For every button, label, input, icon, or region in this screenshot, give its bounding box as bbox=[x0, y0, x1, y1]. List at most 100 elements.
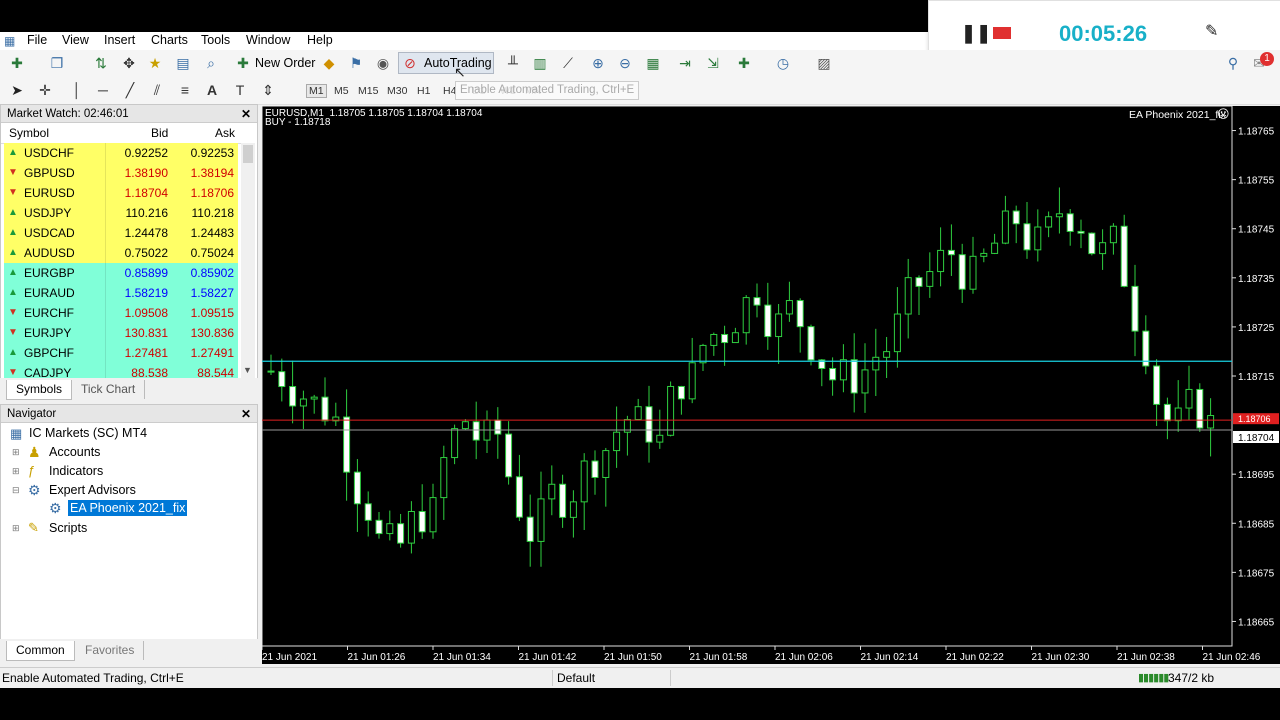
cursor-icon[interactable]: ➤ bbox=[8, 81, 26, 99]
chart-shift-icon[interactable]: ⇥ bbox=[676, 54, 694, 72]
market-watch-row[interactable]: ▼ EURUSD 1.18704 1.18706 bbox=[4, 183, 238, 203]
metaeditor-icon[interactable]: ◆ bbox=[320, 54, 338, 72]
new-chart-icon[interactable]: ✚ bbox=[8, 54, 26, 72]
market-icon[interactable]: ◉ bbox=[374, 54, 392, 72]
bull-candle bbox=[1001, 210, 1009, 244]
tab-favorites[interactable]: Favorites bbox=[76, 641, 145, 660]
data-window-icon[interactable]: ✥ bbox=[120, 54, 138, 72]
autotrading-icon[interactable]: ⊘ bbox=[401, 54, 419, 72]
arrows-icon[interactable]: ⇕ bbox=[259, 81, 277, 99]
ask-cell: 110.218 bbox=[191, 206, 235, 220]
price-chart[interactable]: 1.18765 1.18755 1.18745 1.18735 1.18725 1.187… bbox=[262, 106, 1280, 664]
close-icon[interactable]: ✕ bbox=[241, 105, 251, 123]
tab-common[interactable]: Common bbox=[6, 641, 75, 661]
bull-candle bbox=[548, 483, 556, 500]
crosshair-icon[interactable]: ✛ bbox=[36, 81, 54, 99]
pen-icon[interactable]: ✎ bbox=[1205, 21, 1218, 41]
stop-icon[interactable] bbox=[993, 27, 1011, 39]
menu-insert[interactable]: Insert bbox=[104, 33, 135, 47]
timeframe-m30[interactable]: M30 bbox=[387, 85, 407, 97]
arrow-up-icon: ▲ bbox=[8, 267, 18, 278]
timeframe-h1[interactable]: H1 bbox=[417, 85, 430, 97]
channel-icon[interactable]: ⫽ bbox=[148, 81, 166, 99]
close-icon[interactable]: ✕ bbox=[241, 405, 251, 423]
collapse-icon[interactable]: ⊟ bbox=[12, 485, 20, 496]
nav-item-ea-phoenix[interactable]: EA Phoenix 2021_fix bbox=[68, 500, 188, 516]
line-chart-icon[interactable]: ⟋ bbox=[559, 54, 577, 72]
menu-charts[interactable]: Charts bbox=[151, 33, 188, 47]
nav-item-ic-markets[interactable]: IC Markets (SC) MT4 bbox=[29, 426, 147, 440]
market-watch-row[interactable]: ▲ USDJPY 110.216 110.218 bbox=[4, 203, 238, 223]
trendline-icon[interactable]: ╱ bbox=[121, 81, 139, 99]
text-icon[interactable]: A bbox=[203, 81, 221, 99]
expand-icon[interactable]: ⊞ bbox=[12, 523, 20, 534]
nav-item-expert-advisors[interactable]: Expert Advisors bbox=[49, 483, 136, 497]
tab-symbols[interactable]: Symbols bbox=[6, 380, 73, 400]
tester-icon[interactable]: ⌕ bbox=[202, 54, 220, 72]
market-watch-row[interactable]: ▲ GBPCHF 1.27481 1.27491 bbox=[4, 343, 238, 363]
autoscroll-icon[interactable]: ⇲ bbox=[704, 54, 722, 72]
pause-icon[interactable]: ❚❚ bbox=[961, 23, 991, 44]
timeframe-m5[interactable]: M5 bbox=[334, 85, 349, 97]
menu-window[interactable]: Window bbox=[246, 33, 290, 47]
text-label-icon[interactable]: T bbox=[231, 81, 249, 99]
scroll-down-icon[interactable]: ▼ bbox=[243, 365, 252, 375]
column-bid[interactable]: Bid bbox=[151, 126, 168, 140]
navigator-icon[interactable]: ★ bbox=[146, 54, 164, 72]
column-divider bbox=[105, 283, 106, 303]
zoom-out-icon[interactable]: ⊖ bbox=[616, 54, 634, 72]
market-watch-title-text: Market Watch: 02:46:01 bbox=[7, 108, 129, 120]
column-ask[interactable]: Ask bbox=[215, 126, 235, 140]
tooltip: Enable Automated Trading, Ctrl+E bbox=[455, 81, 640, 100]
mt4-window: ▦ File View Insert Charts Tools Window H… bbox=[0, 0, 1280, 688]
menu-tools[interactable]: Tools bbox=[201, 33, 230, 47]
fibonacci-icon[interactable]: ≡ bbox=[176, 81, 194, 99]
scrollbar[interactable]: ▼ bbox=[241, 143, 255, 379]
tab-tick-chart[interactable]: Tick Chart bbox=[72, 380, 146, 399]
market-watch-row[interactable]: ▲ EURGBP 0.85899 0.85902 bbox=[4, 263, 238, 283]
column-divider bbox=[105, 323, 106, 343]
nav-item-accounts[interactable]: Accounts bbox=[49, 445, 100, 459]
timeframe-m1[interactable]: M1 bbox=[306, 84, 327, 98]
nav-item-scripts[interactable]: Scripts bbox=[49, 521, 87, 535]
column-symbol[interactable]: Symbol bbox=[9, 126, 49, 140]
menu-help[interactable]: Help bbox=[307, 33, 333, 47]
templates-icon[interactable]: ▨ bbox=[815, 54, 833, 72]
column-divider bbox=[105, 263, 106, 283]
horizontal-line-icon[interactable]: ─ bbox=[94, 81, 112, 99]
new-order-icon[interactable]: ✚ bbox=[234, 54, 252, 72]
market-watch-icon[interactable]: ⇅ bbox=[92, 54, 110, 72]
market-watch-row[interactable]: ▼ GBPUSD 1.38190 1.38194 bbox=[4, 163, 238, 183]
signals-icon[interactable]: ⚑ bbox=[347, 54, 365, 72]
column-divider bbox=[105, 243, 106, 263]
new-order-button[interactable]: New Order bbox=[255, 56, 315, 70]
menu-view[interactable]: View bbox=[62, 33, 89, 47]
bull-candle bbox=[710, 333, 718, 346]
expand-icon[interactable]: ⊞ bbox=[12, 447, 20, 458]
menu-file[interactable]: File bbox=[27, 33, 47, 47]
nav-item-indicators[interactable]: Indicators bbox=[49, 464, 103, 478]
ea-name-label: EA Phoenix 2021_fix bbox=[1129, 109, 1226, 121]
bear-candle bbox=[915, 277, 923, 287]
zoom-in-icon[interactable]: ⊕ bbox=[589, 54, 607, 72]
market-watch-row[interactable]: ▲ AUDUSD 0.75022 0.75024 bbox=[4, 243, 238, 263]
profiles-icon[interactable]: ❐ bbox=[48, 54, 66, 72]
chart-canvas[interactable]: 1.18765 1.18755 1.18745 1.18735 1.18725 1.187… bbox=[262, 106, 1280, 664]
timeframe-m15[interactable]: M15 bbox=[358, 85, 378, 97]
vertical-line-icon[interactable]: │ bbox=[68, 81, 86, 99]
indicators-icon[interactable]: ✚ bbox=[735, 54, 753, 72]
market-watch-row[interactable]: ▲ EURAUD 1.58219 1.58227 bbox=[4, 283, 238, 303]
mouse-cursor-icon: ↖ bbox=[454, 64, 466, 80]
bar-chart-icon[interactable]: ╨ bbox=[504, 54, 522, 72]
scroll-thumb[interactable] bbox=[243, 145, 253, 163]
search-icon[interactable]: ⚲ bbox=[1224, 54, 1242, 72]
expand-icon[interactable]: ⊞ bbox=[12, 466, 20, 477]
market-watch-row[interactable]: ▼ EURJPY 130.831 130.836 bbox=[4, 323, 238, 343]
market-watch-row[interactable]: ▼ EURCHF 1.09508 1.09515 bbox=[4, 303, 238, 323]
market-watch-row[interactable]: ▲ USDCAD 1.24478 1.24483 bbox=[4, 223, 238, 243]
candlestick-icon[interactable]: ▥ bbox=[531, 54, 549, 72]
terminal-icon[interactable]: ▤ bbox=[174, 54, 192, 72]
market-watch-row[interactable]: ▲ USDCHF 0.92252 0.92253 bbox=[4, 143, 238, 163]
periods-icon[interactable]: ◷ bbox=[774, 54, 792, 72]
tile-windows-icon[interactable]: ▦ bbox=[644, 54, 662, 72]
